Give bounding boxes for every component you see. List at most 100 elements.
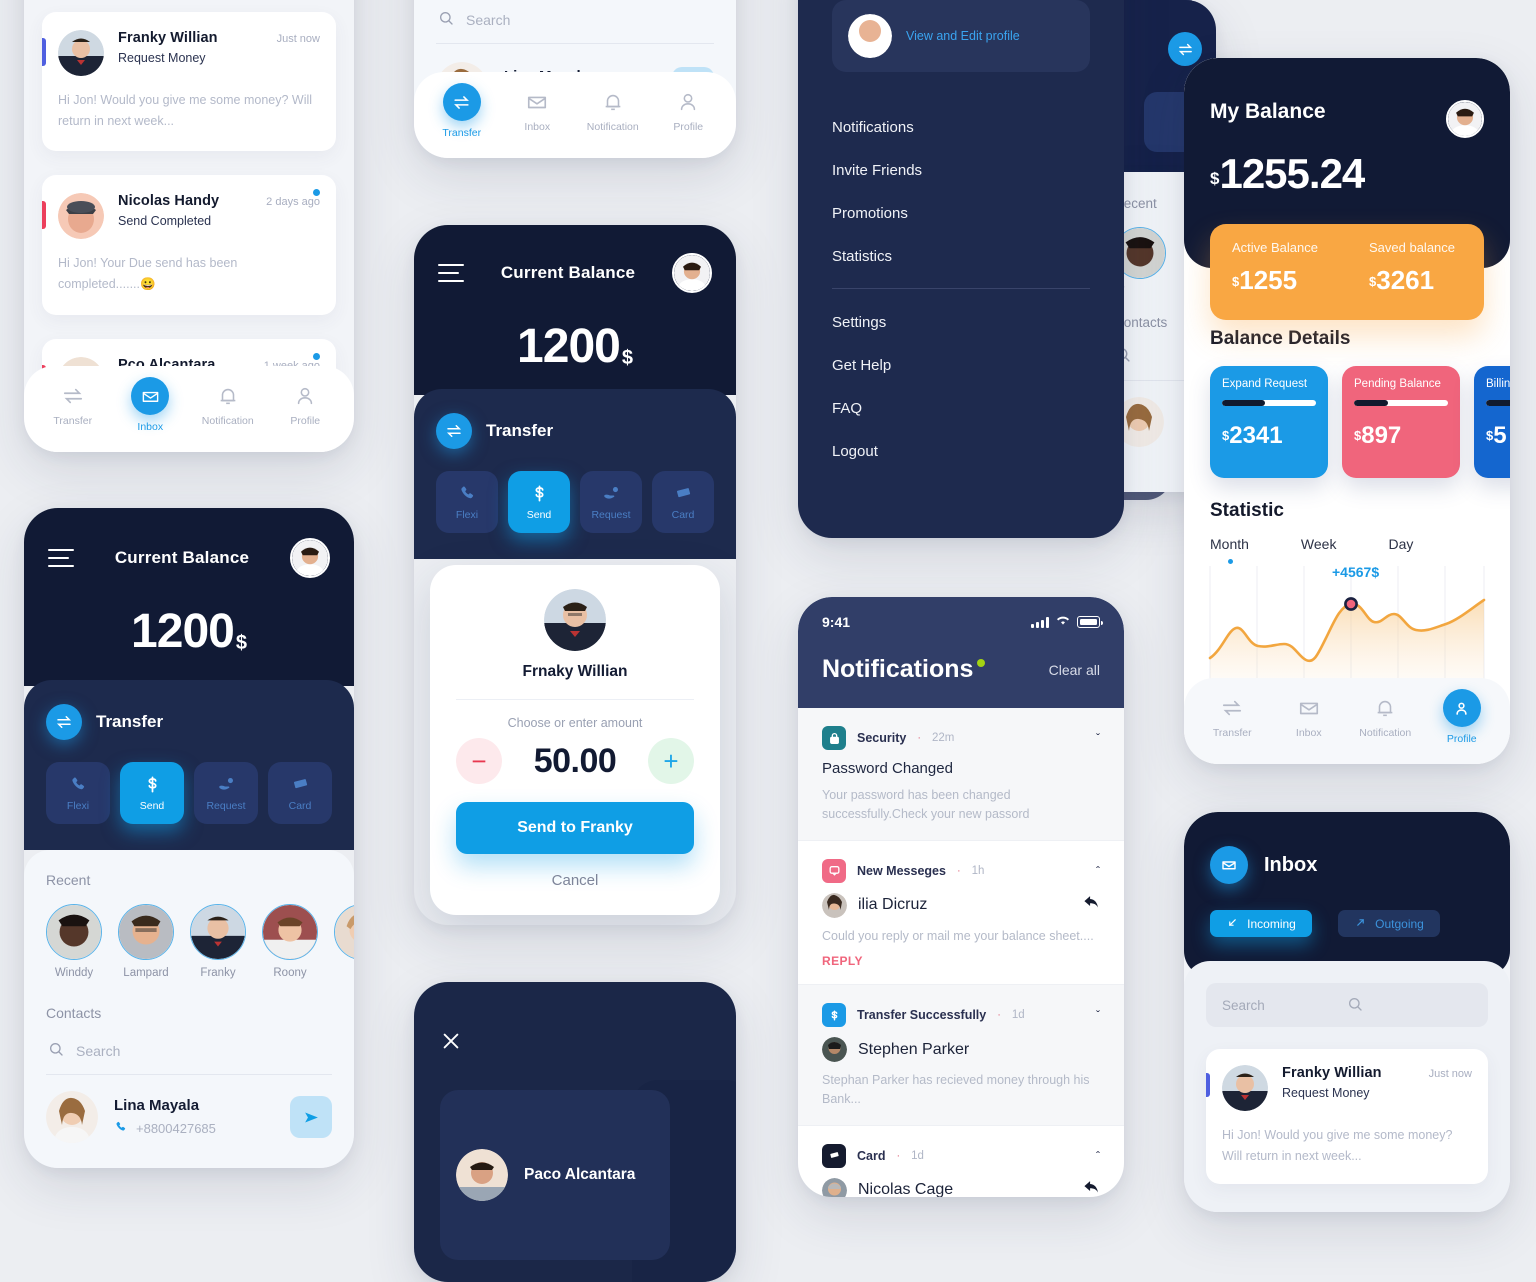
tab-incoming[interactable]: Incoming [1210, 910, 1312, 937]
search-input[interactable]: Search [436, 0, 714, 44]
tab-profile[interactable]: Profile [1427, 689, 1497, 745]
recent-contact[interactable]: Roony [262, 904, 318, 979]
send-to-franky-button[interactable]: Send to Franky [456, 802, 694, 854]
avatar [190, 904, 246, 960]
contact-name: Lina Mayala [114, 1097, 200, 1114]
page-title: Current Balance [114, 548, 250, 567]
tab-notification[interactable]: Notification [578, 89, 648, 133]
menu-item-promotions[interactable]: Promotions [832, 192, 1090, 235]
action-send[interactable]: Send [508, 471, 570, 533]
search-input[interactable]: Search [46, 1037, 332, 1075]
amount-value[interactable]: 50.00 [534, 742, 617, 781]
tab-inbox[interactable]: Inbox [502, 89, 572, 133]
notification-item[interactable]: Card · 1d ˆ Nicolas Cage 20,000$ has bee… [798, 1126, 1124, 1197]
chevron-down-icon[interactable]: ˇ [1096, 731, 1100, 745]
accent-bar [42, 38, 46, 66]
summary-label: Saved balance [1369, 240, 1456, 255]
stat-tab-month[interactable]: Month [1210, 536, 1249, 564]
increment-button[interactable]: + [648, 738, 694, 784]
tab-label: Notification [1359, 727, 1412, 739]
search-input[interactable]: Search [1206, 983, 1488, 1027]
page-title: Current Balance [500, 263, 636, 282]
chevron-down-icon[interactable]: ˇ [1096, 1008, 1100, 1022]
list-item[interactable]: Nicolas Handy 2 days ago Send Completed … [42, 175, 336, 315]
list-item[interactable]: Franky Willian Just now Request Money Hi… [1206, 1049, 1488, 1185]
person-icon [675, 89, 701, 115]
recent-contact[interactable]: Franky [190, 904, 246, 979]
tab-profile[interactable]: Profile [653, 89, 723, 133]
balance-value: 1200 [517, 320, 621, 373]
transfer-icon [442, 83, 481, 121]
tab-notification[interactable]: Notification [1350, 695, 1420, 739]
action-flexi[interactable]: Flexi [46, 762, 110, 824]
avatar[interactable] [671, 253, 712, 293]
chevron-up-icon[interactable]: ˆ [1096, 864, 1100, 878]
notification-item[interactable]: Transfer Successfully · 1d ˇ Stephen Par… [798, 985, 1124, 1126]
edit-profile-link[interactable]: View and Edit profile [906, 29, 1020, 43]
avatar [334, 904, 354, 960]
action-request[interactable]: Request [580, 471, 642, 533]
menu-item-statistics[interactable]: Statistics [832, 235, 1090, 278]
detail-value: 2341 [1229, 422, 1283, 449]
menu-item-invite-friends[interactable]: Invite Friends [832, 149, 1090, 192]
balance-details-row[interactable]: Expand Request $2341 Pending Balance $89… [1210, 366, 1510, 478]
profile-card[interactable]: View and Edit profile [832, 0, 1090, 72]
clear-all-button[interactable]: Clear all [1049, 662, 1100, 678]
avatar[interactable] [1446, 100, 1484, 138]
tab-inbox[interactable]: Inbox [1274, 695, 1344, 739]
reply-icon[interactable] [1083, 1179, 1100, 1197]
menu-item-notifications[interactable]: Notifications [832, 106, 1090, 149]
recent-contact[interactable]: Lin [334, 904, 354, 979]
action-card[interactable]: Card [652, 471, 714, 533]
stat-tab-day[interactable]: Day [1388, 536, 1413, 552]
message-preview: Hi Jon! Would you give me some money? Wi… [58, 93, 313, 128]
recent-contact[interactable]: Winddy [46, 904, 102, 979]
balance-amount: 1200 $ [48, 604, 330, 659]
detail-card-billing[interactable]: Billing $5 [1474, 366, 1510, 478]
decrement-button[interactable]: − [456, 738, 502, 784]
send-button[interactable] [290, 1096, 332, 1138]
menu-item-settings[interactable]: Settings [832, 301, 1090, 344]
tab-profile[interactable]: Profile [270, 383, 340, 427]
tab-inbox[interactable]: Inbox [115, 377, 185, 433]
contact-phone: +8800427685 [114, 1120, 216, 1137]
recent-contact[interactable]: Lampard [118, 904, 174, 979]
send-amount-card: Frnaky Willian Choose or enter amount − … [430, 565, 720, 915]
tab-transfer[interactable]: Transfer [427, 83, 497, 139]
tab-transfer[interactable]: Transfer [38, 383, 108, 427]
detail-card-expand-request[interactable]: Expand Request $2341 [1210, 366, 1328, 478]
tab-label: Inbox [137, 421, 164, 433]
page-title: Notifications [822, 655, 986, 684]
tab-outgoing[interactable]: Outgoing [1338, 910, 1440, 937]
stat-tab-week[interactable]: Week [1301, 536, 1337, 552]
detail-card-pending-balance[interactable]: Pending Balance $897 [1342, 366, 1460, 478]
category: Card [857, 1148, 886, 1163]
action-send[interactable]: Send [120, 762, 184, 824]
balance-amount: 1200 $ [438, 319, 712, 374]
tab-transfer[interactable]: Transfer [1197, 695, 1267, 739]
notification-item[interactable]: Security · 22m ˇ Password Changed Your p… [798, 708, 1124, 841]
avatar[interactable] [289, 538, 330, 578]
reply-button[interactable]: REPLY [822, 954, 1100, 968]
reply-icon[interactable] [1083, 894, 1100, 916]
menu-item-logout[interactable]: Logout [832, 430, 1090, 473]
menu-item-faq[interactable]: FAQ [832, 387, 1090, 430]
menu-item-get-help[interactable]: Get Help [832, 344, 1090, 387]
notification-item[interactable]: New Messeges · 1h ˆ ilia Dicruz Could yo… [798, 841, 1124, 986]
contact-list-item[interactable]: Lina Mayala +8800427685 [46, 1075, 332, 1143]
close-icon[interactable] [440, 1030, 462, 1052]
tab-notification[interactable]: Notification [193, 383, 263, 427]
inbox-content-sheet: Search Franky Willian Just now Request M… [1184, 961, 1510, 1212]
action-flexi[interactable]: Flexi [436, 471, 498, 533]
action-card[interactable]: Card [268, 762, 332, 824]
cancel-button[interactable]: Cancel [456, 872, 694, 889]
menu-icon[interactable] [438, 264, 464, 282]
status-bar: 9:41 [822, 613, 1103, 631]
menu-icon[interactable] [48, 549, 74, 567]
contact-card[interactable]: Paco Alcantara [440, 1090, 670, 1260]
action-request[interactable]: Request [194, 762, 258, 824]
statistic-chart: +4567$ [1184, 564, 1510, 694]
list-item[interactable]: Franky Willian Just now Request Money Hi… [42, 12, 336, 152]
recent-contacts-row[interactable]: Winddy Lampard Franky Roony Lin [46, 904, 354, 979]
chevron-up-icon[interactable]: ˆ [1096, 1149, 1100, 1163]
